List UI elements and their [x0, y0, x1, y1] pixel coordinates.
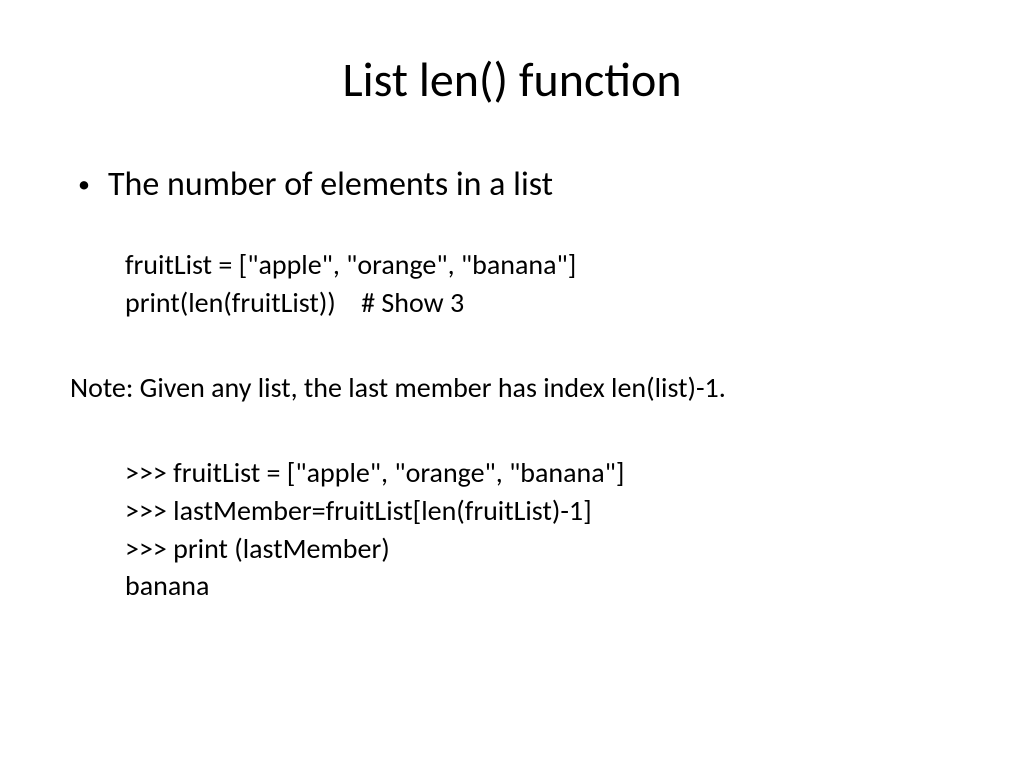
code-line: >>> lastMember=fruitList[len(fruitList)-… — [125, 492, 954, 530]
code-line: >>> fruitList = ["apple", "orange", "ban… — [125, 454, 954, 492]
bullet-list: • The number of elements in a list — [70, 164, 954, 206]
code-line: banana — [125, 567, 954, 605]
code-line: print(len(fruitList)) # Show 3 — [125, 284, 954, 322]
bullet-dot-icon: • — [78, 164, 90, 206]
code-example-1: fruitList = ["apple", "orange", "banana"… — [125, 246, 954, 322]
code-example-2: >>> fruitList = ["apple", "orange", "ban… — [125, 454, 954, 605]
bullet-item: • The number of elements in a list — [70, 164, 954, 206]
note-text: Note: Given any list, the last member ha… — [70, 370, 954, 406]
code-line: >>> print (lastMember) — [125, 530, 954, 568]
bullet-text: The number of elements in a list — [108, 164, 553, 205]
slide-title: List len() function — [70, 50, 954, 109]
code-line: fruitList = ["apple", "orange", "banana"… — [125, 246, 954, 284]
